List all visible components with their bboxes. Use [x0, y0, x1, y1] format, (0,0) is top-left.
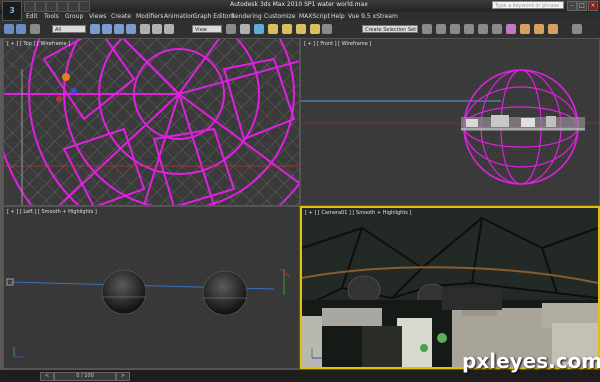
- percent-snap-icon[interactable]: [296, 24, 306, 34]
- main-toolbar: All View Create Selection Set: [0, 21, 600, 39]
- rendered-frame-window-icon[interactable]: [534, 24, 544, 34]
- viewport-left-label[interactable]: [ + ] [ Left ] [ Smooth + Highlights ]: [7, 209, 97, 215]
- menu-customize[interactable]: Customize: [264, 13, 296, 20]
- undo-icon[interactable]: [57, 1, 68, 12]
- rectangular-selection-icon[interactable]: [114, 24, 124, 34]
- menu-rendering[interactable]: Rendering: [231, 13, 262, 20]
- prev-frame-button[interactable]: <: [40, 372, 54, 381]
- pivot-center-icon[interactable]: [226, 24, 236, 34]
- angle-snap-icon[interactable]: [282, 24, 292, 34]
- material-editor-icon[interactable]: [506, 24, 516, 34]
- menu-bar: Edit Tools Group Views Create Modifiers …: [22, 12, 600, 21]
- viewport-front[interactable]: [ + ] [ Front ] [ Wireframe ]: [300, 38, 600, 206]
- select-object-icon[interactable]: [90, 24, 100, 34]
- graphite-ribbon-icon[interactable]: [464, 24, 474, 34]
- watermark: pxleyes.com: [462, 349, 600, 373]
- viewport-camera-label[interactable]: [ + ] [ Camera01 ] [ Smooth + Highlights…: [305, 210, 411, 216]
- menu-edit[interactable]: Edit: [26, 13, 38, 20]
- viewport-front-label[interactable]: [ + ] [ Front ] [ Wireframe ]: [304, 41, 371, 47]
- close-button[interactable]: ×: [588, 1, 598, 11]
- menu-tools[interactable]: Tools: [44, 13, 59, 20]
- left-view-render: [6, 268, 291, 358]
- menu-views[interactable]: Views: [89, 13, 106, 20]
- snaps-toggle-icon[interactable]: [268, 24, 278, 34]
- camera-view-render: [302, 208, 598, 367]
- redo-scene-icon[interactable]: [16, 24, 26, 34]
- select-manipulate-icon[interactable]: [240, 24, 250, 34]
- next-frame-button[interactable]: >: [116, 372, 130, 381]
- edit-named-selection-icon[interactable]: [322, 24, 332, 34]
- spinner-snap-icon[interactable]: [310, 24, 320, 34]
- front-view-wireframe: [301, 39, 599, 205]
- toolbar-extra-icon[interactable]: [572, 24, 582, 34]
- app-logo-icon[interactable]: 3: [2, 1, 22, 21]
- link-icon[interactable]: [30, 24, 40, 34]
- select-by-name-icon[interactable]: [102, 24, 112, 34]
- select-rotate-icon[interactable]: [152, 24, 162, 34]
- reference-coordinate-dropdown[interactable]: View: [192, 25, 222, 33]
- select-move-icon[interactable]: [140, 24, 150, 34]
- redo-icon[interactable]: [68, 1, 79, 12]
- time-slider[interactable]: 0 / 100: [54, 372, 116, 381]
- maximize-button[interactable]: □: [577, 1, 587, 11]
- undo-scene-icon[interactable]: [4, 24, 14, 34]
- keyboard-shortcut-icon[interactable]: [254, 24, 264, 34]
- minimize-button[interactable]: –: [567, 1, 577, 11]
- viewport-top[interactable]: [ + ] [ Top ] [ Wireframe ]: [3, 38, 300, 206]
- top-view-wireframe: [4, 39, 299, 205]
- mirror-icon[interactable]: [422, 24, 432, 34]
- align-icon[interactable]: [436, 24, 446, 34]
- select-scale-icon[interactable]: [164, 24, 174, 34]
- menu-animation[interactable]: Animation: [164, 13, 195, 20]
- viewport-top-label[interactable]: [ + ] [ Top ] [ Wireframe ]: [7, 41, 70, 47]
- selection-filter-dropdown[interactable]: All: [52, 25, 86, 33]
- open-file-icon[interactable]: [35, 1, 46, 12]
- menu-maxscript[interactable]: MAXScript: [299, 13, 330, 20]
- menu-help[interactable]: Help: [331, 13, 345, 20]
- new-file-icon[interactable]: [24, 1, 35, 12]
- save-file-icon[interactable]: [46, 1, 57, 12]
- named-selection-set-dropdown[interactable]: Create Selection Set: [362, 25, 418, 33]
- render-production-icon[interactable]: [548, 24, 558, 34]
- menu-modifiers[interactable]: Modifiers: [136, 13, 163, 20]
- menu-create[interactable]: Create: [111, 13, 131, 20]
- curve-editor-icon[interactable]: [478, 24, 488, 34]
- menu-graph-editors[interactable]: Graph Editors: [193, 13, 234, 20]
- layer-manager-icon[interactable]: [450, 24, 460, 34]
- menu-vue-xstream[interactable]: Vue 9.5 xStream: [348, 13, 398, 20]
- menu-group[interactable]: Group: [65, 13, 83, 20]
- render-setup-icon[interactable]: [520, 24, 530, 34]
- project-folder-icon[interactable]: [79, 1, 90, 12]
- search-input[interactable]: Type a keyword or phrase: [492, 1, 564, 9]
- viewport-left[interactable]: [ + ] [ Left ] [ Smooth + Highlights ]: [3, 206, 300, 369]
- schematic-view-icon[interactable]: [492, 24, 502, 34]
- window-crossing-icon[interactable]: [126, 24, 136, 34]
- viewport-camera[interactable]: [ + ] [ Camera01 ] [ Smooth + Highlights…: [300, 206, 600, 369]
- window-title: Autodesk 3ds Max 2010 SP1 water world.ma…: [230, 1, 368, 8]
